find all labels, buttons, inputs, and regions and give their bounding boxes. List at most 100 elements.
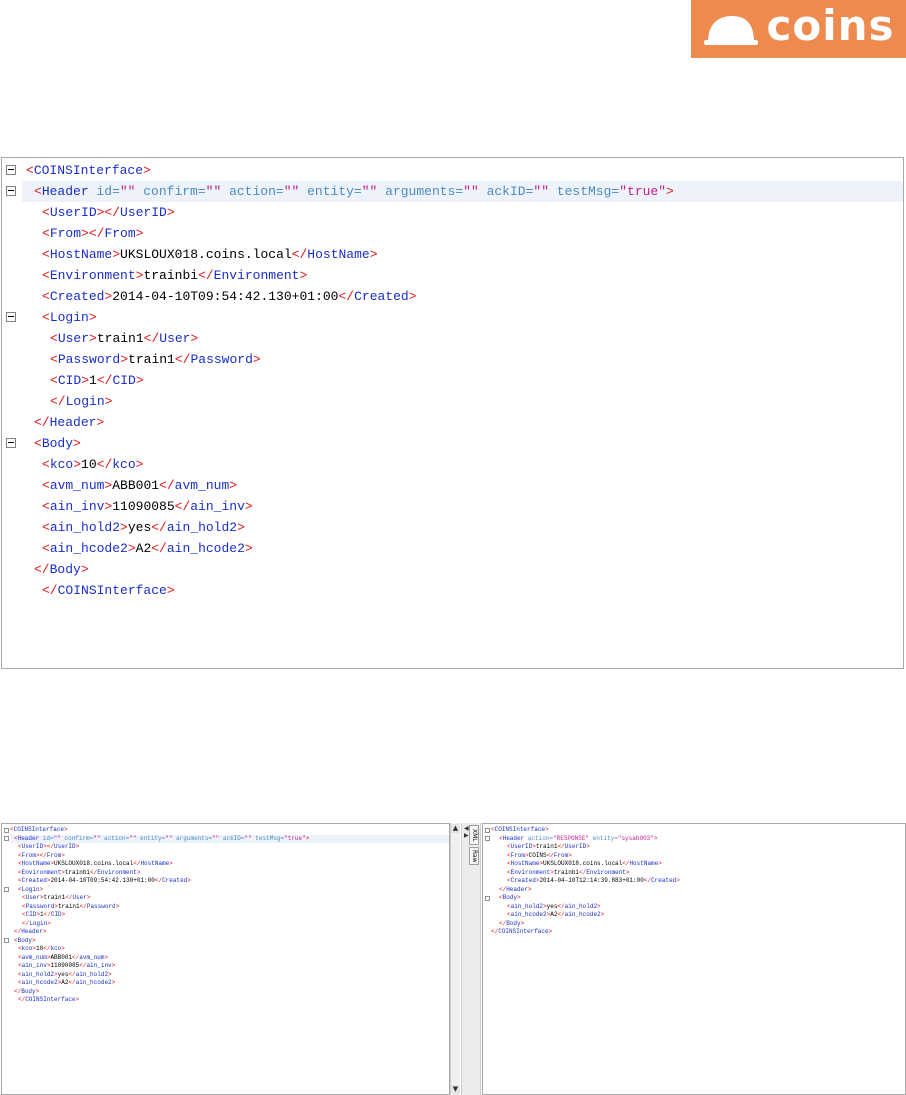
xml-line[interactable]: </COINSInterface> xyxy=(42,580,906,601)
xml-line[interactable]: <ain_hcode2>A2</ain_hcode2> xyxy=(42,538,906,559)
xml-line[interactable]: </Header> xyxy=(34,412,906,433)
collapse-icon[interactable] xyxy=(6,186,16,196)
xml-token: ain_hcode2 xyxy=(166,541,245,556)
xml-token: "" xyxy=(53,834,61,842)
xml-line[interactable]: <HostName>UKSLOUX018.coins.local</HostNa… xyxy=(18,860,173,869)
xml-token: Environment xyxy=(586,868,626,876)
xml-line[interactable]: <HostName>UKSLOUX018.coins.local</HostNa… xyxy=(507,860,662,869)
xml-line[interactable]: <From>COINS</From> xyxy=(507,852,572,861)
xml-line[interactable]: <From></From> xyxy=(18,852,65,861)
xml-line[interactable]: <Body> xyxy=(499,894,521,903)
xml-line[interactable]: <UserID></UserID> xyxy=(42,202,906,223)
xml-token: > xyxy=(47,919,51,927)
tab-xml[interactable]: XML xyxy=(469,825,479,845)
xml-token: Header xyxy=(502,834,525,842)
xml-token: </ xyxy=(43,911,51,918)
xml-token: > xyxy=(88,310,97,325)
collapse-left-icon[interactable]: ◀ xyxy=(464,825,469,832)
xml-line[interactable]: </Body> xyxy=(34,559,906,580)
xml-line[interactable]: </Login> xyxy=(22,920,51,929)
xml-line[interactable]: </Header> xyxy=(14,928,46,937)
request-scrollbar[interactable]: ▲ ▼ xyxy=(450,823,460,1095)
collapse-icon[interactable] xyxy=(6,312,16,322)
xml-token: 11090085 xyxy=(50,962,80,969)
collapse-icon[interactable] xyxy=(6,165,16,175)
xml-line[interactable]: <Header id="" confirm="" action="" entit… xyxy=(14,835,309,844)
xml-line[interactable]: <ain_inv>11090085</ain_inv> xyxy=(42,496,906,517)
xml-line[interactable]: <ain_hcode2>A2</ain_hcode2> xyxy=(18,979,115,988)
xml-line[interactable]: <UserID></UserID> xyxy=(18,843,79,852)
xml-line[interactable]: <Password>train1</Password> xyxy=(22,903,119,912)
xml-line[interactable]: <From></From> xyxy=(42,223,906,244)
xml-token: From xyxy=(104,226,136,241)
xml-token: > xyxy=(666,184,674,199)
xml-token: Environment xyxy=(510,868,551,876)
xml-token: testMsg= xyxy=(549,184,620,199)
xml-line[interactable]: <Body> xyxy=(34,433,906,454)
collapse-icon[interactable] xyxy=(4,887,9,892)
request-xml-panel[interactable]: <COINSInterface> <Header id="" confirm=""… xyxy=(1,823,450,1095)
xml-line[interactable]: <ain_hold2>yes</ain_hold2> xyxy=(42,517,906,538)
xml-token: UKSLOUX018.coins.local xyxy=(543,860,623,867)
xml-line[interactable]: <kco>10</kco> xyxy=(42,454,906,475)
collapse-icon[interactable] xyxy=(4,827,9,833)
xml-line[interactable]: <User>train1</User> xyxy=(22,894,90,903)
scroll-down-icon[interactable]: ▼ xyxy=(451,1085,460,1094)
xml-token: > xyxy=(369,247,378,262)
xml-line[interactable]: <avm_num>ABB001</avm_num> xyxy=(42,475,906,496)
xml-token: Created xyxy=(49,289,105,304)
xml-line[interactable]: <HostName>UKSLOUX018.coins.local</HostNa… xyxy=(42,244,906,265)
collapse-icon[interactable] xyxy=(4,836,9,841)
xml-line[interactable]: <Environment>trainbi</Environment> xyxy=(507,869,629,878)
xml-line[interactable]: <Created>2014-04-10T09:54:42.130+01:00</… xyxy=(18,877,191,886)
xml-line[interactable]: </Body> xyxy=(14,988,39,997)
xml-line[interactable]: <ain_inv>11090085</ain_inv> xyxy=(18,962,115,971)
collapse-icon[interactable] xyxy=(485,827,490,833)
collapse-icon[interactable] xyxy=(485,895,490,901)
collapse-icon[interactable] xyxy=(4,938,9,943)
response-xml-panel[interactable]: <COINSInterface> <Header action="RESPONSE… xyxy=(482,823,906,1095)
xml-line[interactable]: <CID>1</CID> xyxy=(22,911,65,920)
scroll-up-icon[interactable]: ▲ xyxy=(451,824,460,833)
xml-token: < xyxy=(50,373,58,388)
xml-token: train1 xyxy=(535,843,558,850)
xml-line[interactable]: <Login> xyxy=(42,307,906,328)
xml-line[interactable]: <CID>1</CID> xyxy=(50,370,906,391)
xml-line[interactable]: <COINSInterface> xyxy=(491,826,549,835)
xml-line[interactable]: <Login> xyxy=(18,886,43,895)
xml-line[interactable]: <ain_hold2>yes</ain_hold2> xyxy=(18,971,112,980)
xml-line[interactable]: <UserID>train1</UserID> xyxy=(507,843,590,852)
xml-token: </ xyxy=(154,877,163,884)
xml-line[interactable]: <ain_hcode2>A2</ain_hcode2> xyxy=(507,911,604,920)
xml-line[interactable]: </COINSInterface> xyxy=(18,996,79,1005)
collapse-icon[interactable] xyxy=(485,836,490,841)
tab-raw[interactable]: Raw xyxy=(469,847,479,865)
xml-line[interactable]: </Header> xyxy=(499,886,531,895)
expand-right-icon[interactable]: ▶ xyxy=(464,832,469,839)
xml-line[interactable]: <ain_hold2>yes</ain_hold2> xyxy=(507,903,601,912)
xml-line[interactable]: <Header action="RESPONSE" entity="sysab0… xyxy=(499,835,657,844)
xml-line[interactable]: </Body> xyxy=(499,920,524,929)
xml-line[interactable]: <Created>2014-04-10T12:14:39.883+01:00</… xyxy=(507,877,680,886)
xml-line[interactable]: </Login> xyxy=(50,391,906,412)
xml-token: entity= xyxy=(299,184,362,199)
xml-token: avm_num xyxy=(174,478,230,493)
xml-line[interactable]: <Environment>trainbi</Environment> xyxy=(18,869,140,878)
xml-line[interactable]: <Password>train1</Password> xyxy=(50,349,906,370)
xml-line[interactable]: <COINSInterface> xyxy=(10,826,68,835)
panel-splitter[interactable]: ◀ ▶ XML Raw xyxy=(461,823,481,1095)
xml-line[interactable]: <Created>2014-04-10T09:54:42.130+01:00</… xyxy=(42,286,906,307)
xml-line[interactable]: <kco>10</kco> xyxy=(18,945,65,954)
xml-token: CID xyxy=(112,373,136,388)
xml-request-editor[interactable]: <COINSInterface> <Header id="" confirm=""… xyxy=(1,157,904,669)
xml-token: ain_inv xyxy=(49,499,105,514)
xml-line[interactable]: <avm_num>ABB001</avm_num> xyxy=(18,954,108,963)
xml-line[interactable]: <Environment>trainbi</Environment> xyxy=(42,265,906,286)
xml-line[interactable]: <Body> xyxy=(14,937,36,946)
xml-line[interactable]: </COINSInterface> xyxy=(491,928,552,937)
xml-line[interactable]: <COINSInterface> xyxy=(26,160,906,181)
xml-line[interactable]: <User>train1</User> xyxy=(50,328,906,349)
xml-token: kco xyxy=(112,457,136,472)
collapse-icon[interactable] xyxy=(6,438,16,448)
xml-line[interactable]: <Header id="" confirm="" action="" entit… xyxy=(34,181,906,202)
